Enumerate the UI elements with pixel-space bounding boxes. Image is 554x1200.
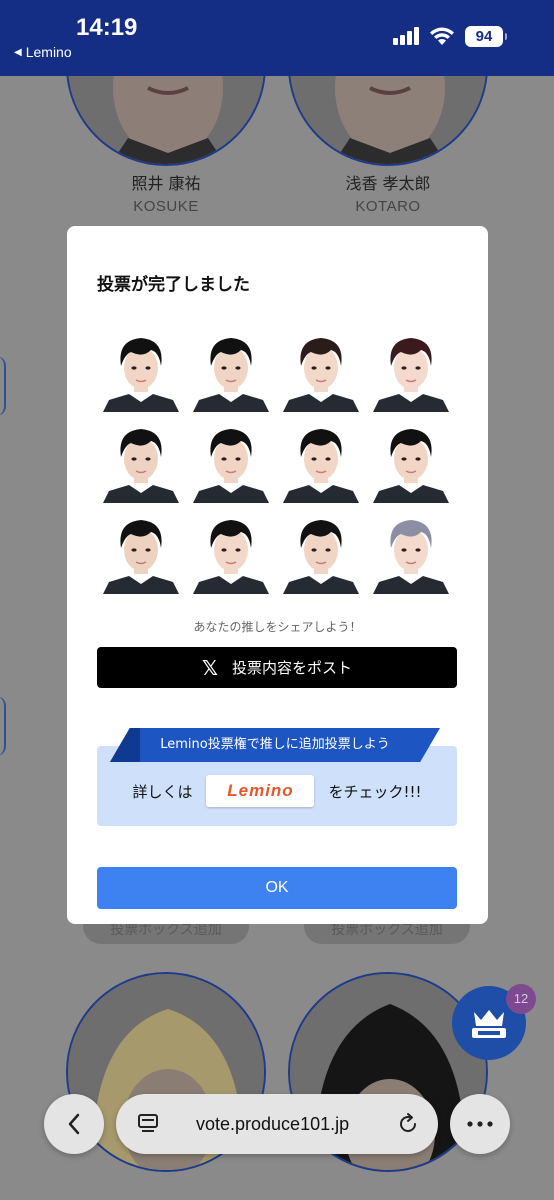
lemino-promo-row: 詳しくは Lemino をチェック!!!: [97, 774, 457, 808]
chevron-left-icon: [68, 1113, 80, 1135]
contestant-name-ja: 照井 康祐: [131, 174, 201, 193]
dialog-title: 投票が完了しました: [97, 275, 250, 295]
status-time: 14:19: [76, 14, 138, 41]
voted-contestant-photo: [283, 421, 359, 503]
battery-indicator: 94: [465, 26, 507, 47]
lemino-prefix: 詳しくは: [132, 782, 193, 801]
lemino-ribbon-text: Lemino投票権で推しに追加投票しよう: [160, 737, 390, 752]
voted-contestant-photo: [193, 512, 269, 594]
post-to-x-button[interactable]: 𝕏 投票内容をポスト: [97, 647, 457, 688]
back-to-app-link[interactable]: ◀ Lemino: [14, 44, 72, 60]
voted-contestant-photo: [283, 330, 359, 412]
voted-contestant-photo: [193, 330, 269, 412]
voted-contestant-photo: [103, 421, 179, 503]
reload-icon[interactable]: [396, 1112, 420, 1136]
url-text: vote.produce101.jp: [196, 1114, 350, 1134]
vote-complete-dialog: 投票が完了しました あなたの推しをシェアしよう！ 𝕏 投票内容をポスト Lemi…: [67, 226, 488, 924]
portrait-edge: [0, 696, 6, 756]
status-bar: 14:19 ◀ Lemino 94: [0, 0, 554, 76]
contestant-name-en: KOSUKE: [133, 198, 199, 215]
voted-contestant-photo: [103, 330, 179, 412]
contestant-portrait[interactable]: [288, 76, 488, 166]
address-bar[interactable]: vote.produce101.jp: [116, 1094, 438, 1154]
lemino-promo-ribbon: Lemino投票権で推しに追加投票しよう: [110, 728, 440, 762]
lemino-suffix: をチェック!!!: [328, 782, 422, 801]
browser-toolbar: vote.produce101.jp: [0, 1078, 554, 1200]
browser-back-button[interactable]: [44, 1094, 104, 1154]
voted-contestant-photo: [373, 330, 449, 412]
more-dots-icon: [467, 1121, 493, 1127]
back-triangle-icon: ◀: [14, 46, 22, 58]
voted-contestant-photo: [373, 512, 449, 594]
portrait-edge: [0, 356, 6, 416]
crown-icon: [472, 1010, 506, 1038]
share-caption: あなたの推しをシェアしよう！: [193, 620, 362, 634]
post-button-label: 投票内容をポスト: [232, 659, 353, 677]
contestant-portrait[interactable]: [66, 76, 266, 166]
voted-contestant-photo: [103, 512, 179, 594]
wifi-icon: [430, 27, 454, 45]
cellular-signal-icon: [393, 27, 421, 45]
lemino-logo-link[interactable]: Lemino: [206, 775, 315, 807]
voted-contestant-photo: [373, 421, 449, 503]
voted-contestant-photo: [283, 512, 359, 594]
contestant-name-ja: 浅香 孝太郎: [345, 174, 431, 193]
x-logo-icon: 𝕏: [201, 655, 219, 680]
voted-contestant-photo: [193, 421, 269, 503]
page-menu-icon[interactable]: [136, 1112, 160, 1136]
voted-contestants-grid: [103, 330, 449, 598]
back-app-label: Lemino: [25, 44, 72, 60]
ranking-count-badge: 12: [506, 984, 536, 1014]
contestant-name-en: KOTARO: [355, 198, 421, 215]
ok-button[interactable]: OK: [97, 867, 457, 909]
browser-more-button[interactable]: [450, 1094, 510, 1154]
